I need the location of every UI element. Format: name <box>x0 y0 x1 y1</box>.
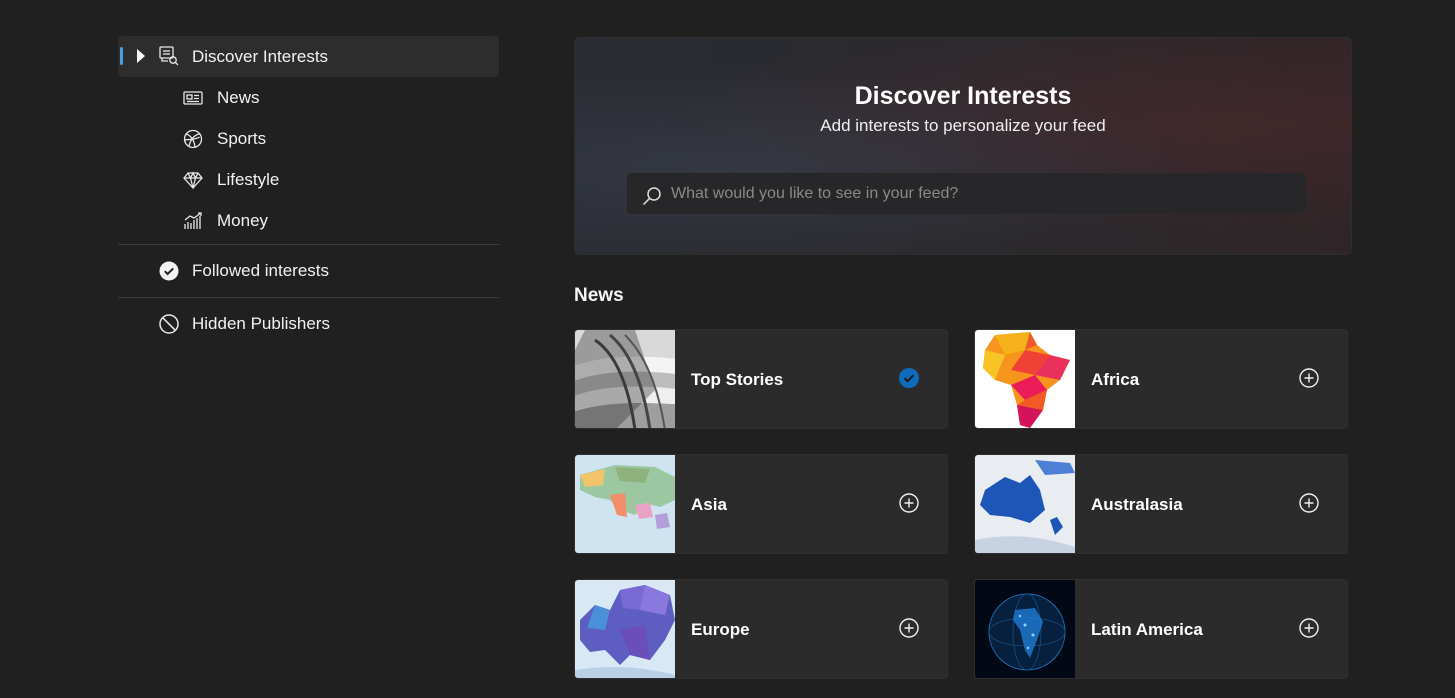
newspaper-icon <box>182 87 204 109</box>
hero-title: Discover Interests <box>854 82 1072 110</box>
interest-card-name: Europe <box>691 620 750 639</box>
interest-card-asia[interactable]: Asia <box>574 454 948 554</box>
basketball-icon <box>182 128 204 150</box>
interest-card-africa[interactable]: Africa <box>974 329 1348 429</box>
sidebar-item-label: Money <box>217 210 269 230</box>
interest-card-name: Australasia <box>1091 495 1183 514</box>
asia-map-thumbnail <box>575 455 675 553</box>
sidebar-item-followed-interests[interactable]: Followed interests <box>118 245 499 297</box>
search-icon <box>641 185 663 207</box>
add-icon[interactable] <box>1298 367 1320 389</box>
sidebar-item-hidden-publishers[interactable]: Hidden Publishers <box>118 298 499 350</box>
sidebar-item-label: Followed interests <box>192 261 330 280</box>
interest-card-name: Africa <box>1091 370 1140 389</box>
australasia-map-thumbnail <box>975 455 1075 553</box>
add-icon[interactable] <box>1298 617 1320 639</box>
interest-card-australasia[interactable]: Australasia <box>974 454 1348 554</box>
sidebar-item-lifestyle[interactable]: Lifestyle <box>118 159 499 200</box>
sidebar-item-label: Discover Interests <box>192 46 329 66</box>
sidebar: Discover Interests News Sports Lifestyle… <box>118 36 499 350</box>
africa-map-thumbnail <box>975 330 1075 428</box>
chart-icon <box>182 210 204 232</box>
sidebar-item-money[interactable]: Money <box>118 200 499 241</box>
sidebar-item-label: Hidden Publishers <box>192 314 330 333</box>
check-circle-icon <box>158 260 180 282</box>
sidebar-item-label: Lifestyle <box>217 169 280 189</box>
block-icon <box>158 313 180 335</box>
interest-card-latin-america[interactable]: Latin America <box>974 579 1348 679</box>
europe-map-thumbnail <box>575 580 675 678</box>
add-icon[interactable] <box>898 492 920 514</box>
interest-card-top-stories[interactable]: Top Stories <box>574 329 948 429</box>
search-box[interactable] <box>627 173 1306 214</box>
hero-subtitle: Add interests to personalize your feed <box>820 116 1106 135</box>
sidebar-item-news[interactable]: News <box>118 77 499 118</box>
selection-indicator <box>120 47 123 65</box>
discover-hero-banner: Discover Interests Add interests to pers… <box>574 37 1352 255</box>
add-icon[interactable] <box>1298 492 1320 514</box>
discover-icon <box>158 45 180 67</box>
newspapers-thumbnail <box>575 330 675 428</box>
search-input[interactable] <box>671 173 1291 214</box>
interest-card-name: Latin America <box>1091 620 1203 639</box>
news-section-title: News <box>574 285 624 306</box>
followed-check-icon[interactable] <box>898 367 920 389</box>
expand-caret-icon[interactable] <box>137 49 145 63</box>
sidebar-item-label: News <box>217 87 260 107</box>
latin-america-globe-thumbnail <box>975 580 1075 678</box>
interest-card-name: Asia <box>691 495 727 514</box>
sidebar-item-discover-interests[interactable]: Discover Interests <box>118 36 499 77</box>
diamond-icon <box>182 169 204 191</box>
interest-card-europe[interactable]: Europe <box>574 579 948 679</box>
sidebar-item-label: Sports <box>217 128 267 148</box>
add-icon[interactable] <box>898 617 920 639</box>
sidebar-item-sports[interactable]: Sports <box>118 118 499 159</box>
interest-card-name: Top Stories <box>691 370 784 389</box>
